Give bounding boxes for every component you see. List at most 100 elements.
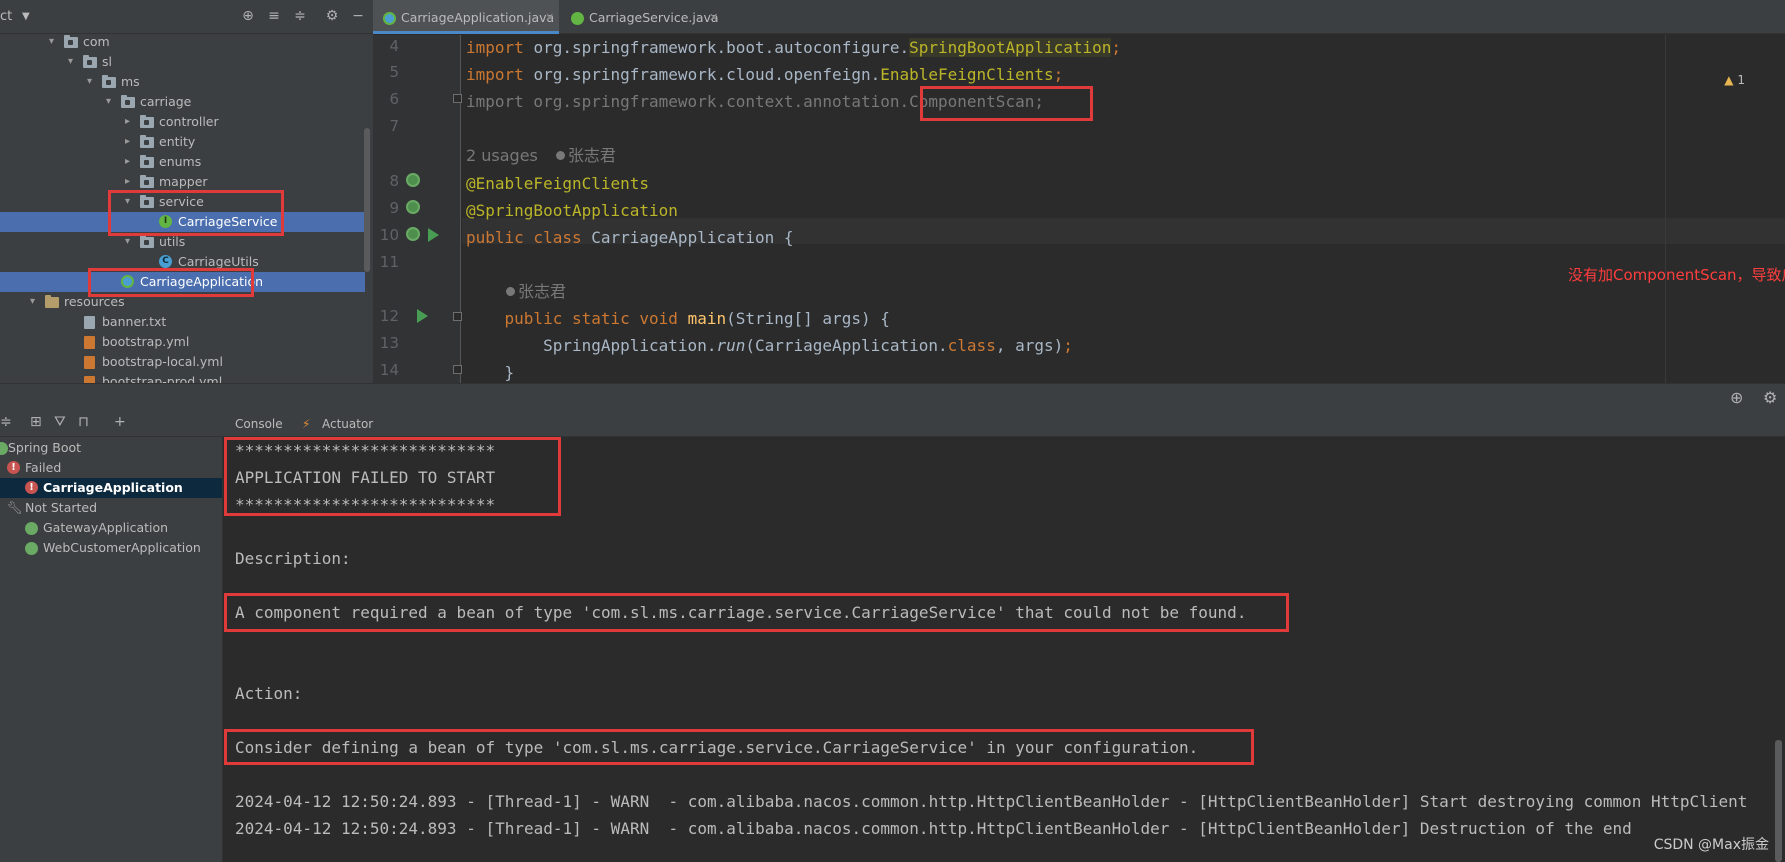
chevron-down-icon[interactable]: ▾ [49,32,54,52]
tree-item-label: banner.txt [102,314,167,329]
warning-indicator[interactable]: ▲ 1 [1724,73,1745,87]
target-icon[interactable]: ⊕ [1730,388,1743,407]
chevron-down-icon[interactable]: ▾ [106,92,111,112]
group-icon[interactable]: ⊞ [30,414,42,430]
gear-icon[interactable]: ⚙ [324,8,340,24]
tree-item[interactable]: CarriageApplication [0,272,365,292]
tree-item[interactable]: ▾ sl [0,52,365,72]
tree-item-label: bootstrap-local.yml [102,354,223,369]
chevron-right-icon[interactable]: ▸ [125,172,130,192]
tab-carriage-application[interactable]: CarriageApplication.java ✕ [373,0,559,34]
line-number: 11 [379,253,399,271]
fold-icon[interactable] [453,94,462,103]
code-line-4: import org.springframework.boot.autoconf… [466,38,1122,57]
folder-icon [64,35,78,48]
tree-item[interactable]: ▾ ms [0,72,365,92]
tree-item[interactable]: bootstrap-local.yml [0,352,365,372]
line-number: 7 [389,117,399,135]
chevron-down-icon[interactable]: ▼ [22,11,30,22]
chevron-right-icon[interactable]: ▸ [125,132,130,152]
bean-gutter-icon[interactable] [406,173,420,187]
line-number: 6 [389,90,399,108]
tab-console[interactable]: Console [235,417,283,431]
console-line: A component required a bean of type 'com… [235,603,1247,622]
close-icon[interactable]: ✕ [545,0,554,36]
collapse-all-icon[interactable]: ≑ [292,8,308,24]
chevron-right-icon[interactable]: ▸ [125,112,130,132]
services-panel: ≑ ⊞ ⛛ ⊓ + Spring Boot ! Failed ! CarriageA… [0,411,222,862]
tree-item[interactable]: ▾ com [0,32,365,52]
code-line-14: } [466,363,515,382]
springboot-class-icon [383,12,396,25]
tree-item-label: ms [121,74,140,89]
tree-item[interactable]: bootstrap.yml [0,332,365,352]
new-tab-icon[interactable]: ⊓ [78,414,89,430]
project-scrollbar[interactable] [364,128,370,272]
folder-icon [140,235,154,248]
tree-item[interactable]: ▸ enums [0,152,365,172]
tree-item[interactable]: ▸ mapper [0,172,365,192]
run-icon[interactable] [417,309,428,323]
services-item-failed[interactable]: ! Failed [0,458,222,478]
fold-icon[interactable] [453,365,462,374]
folder-icon [140,175,154,188]
folder-icon [140,135,154,148]
tree-item-label: service [159,194,204,209]
services-item-spring-boot[interactable]: Spring Boot [0,438,222,458]
chevron-down-icon[interactable]: ▾ [87,72,92,92]
tree-item[interactable]: ▾ carriage [0,92,365,112]
tree-item[interactable]: ▸ controller [0,112,365,132]
console-scrollbar[interactable] [1775,740,1782,862]
author-hint[interactable]: 张志君 [506,278,566,302]
tree-item[interactable]: C CarriageUtils [0,252,365,272]
chevron-down-icon[interactable]: ▾ [30,292,35,312]
bean-gutter-icon[interactable] [406,200,420,214]
expand-all-icon[interactable]: ≡ [266,8,282,24]
chevron-down-icon[interactable]: ▾ [125,192,130,212]
usages-hint[interactable]: 2 usages 张志君 [466,142,616,166]
tree-item[interactable]: banner.txt [0,312,365,332]
services-header: ⊕ ⚙ [0,383,1785,411]
text-file-icon [84,316,95,329]
wrench-icon: 🔧︎ [7,500,23,515]
services-item-web-customer[interactable]: WebCustomerApplication [0,538,222,558]
minimize-icon[interactable]: − [350,8,366,24]
springboot-icon [25,542,38,555]
tree-item[interactable]: ▾ service [0,192,365,212]
services-item-not-started[interactable]: 🔧︎ Not Started [0,498,222,518]
bean-gutter-icon[interactable] [406,227,420,241]
yaml-file-icon [84,356,95,369]
filter-icon[interactable]: ⛛ [54,414,66,430]
run-icon[interactable] [428,228,439,242]
tab-actuator[interactable]: Actuator [322,417,373,431]
collapse-icon[interactable]: ≑ [0,414,12,430]
tree-item[interactable]: ▾ resources [0,292,365,312]
gear-icon[interactable]: ⚙ [1763,388,1777,407]
right-margin-guide [1665,35,1666,383]
project-title: ct [0,9,13,24]
console-output[interactable]: *************************** APPLICATION F… [222,437,1785,862]
fold-icon[interactable] [453,312,462,321]
tree-item-label: CarriageUtils [178,254,259,269]
code-editor[interactable]: 4 5 6 7 8 9 10 11 12 13 14 import org.sp… [373,35,1785,383]
tree-item-label: carriage [140,94,192,109]
tree-item-label: bootstrap-prod.yml [102,374,223,383]
editor-gutter: 4 5 6 7 8 9 10 11 12 13 14 [373,35,462,383]
services-item-carriage-application[interactable]: ! CarriageApplication [0,478,222,498]
tree-item-label: com [83,34,110,49]
add-icon[interactable]: + [114,414,126,430]
tree-item[interactable]: ▸ entity [0,132,365,152]
tree-item[interactable]: ▾ utils [0,232,365,252]
watermark: CSDN @Max振金 [1653,837,1769,853]
tree-item-label: enums [159,154,202,169]
close-icon[interactable]: ✕ [709,0,718,36]
tree-item[interactable]: bootstrap-prod.yml [0,372,365,383]
tree-item[interactable]: I CarriageService [0,212,365,232]
services-item-gateway[interactable]: GatewayApplication [0,518,222,538]
tab-carriage-service[interactable]: CarriageService.java ✕ [561,0,725,34]
chevron-right-icon[interactable]: ▸ [125,152,130,172]
chevron-down-icon[interactable]: ▾ [125,232,130,252]
chevron-down-icon[interactable]: ▾ [68,52,73,72]
line-number: 12 [379,307,399,325]
locate-icon[interactable]: ⊕ [240,8,256,24]
